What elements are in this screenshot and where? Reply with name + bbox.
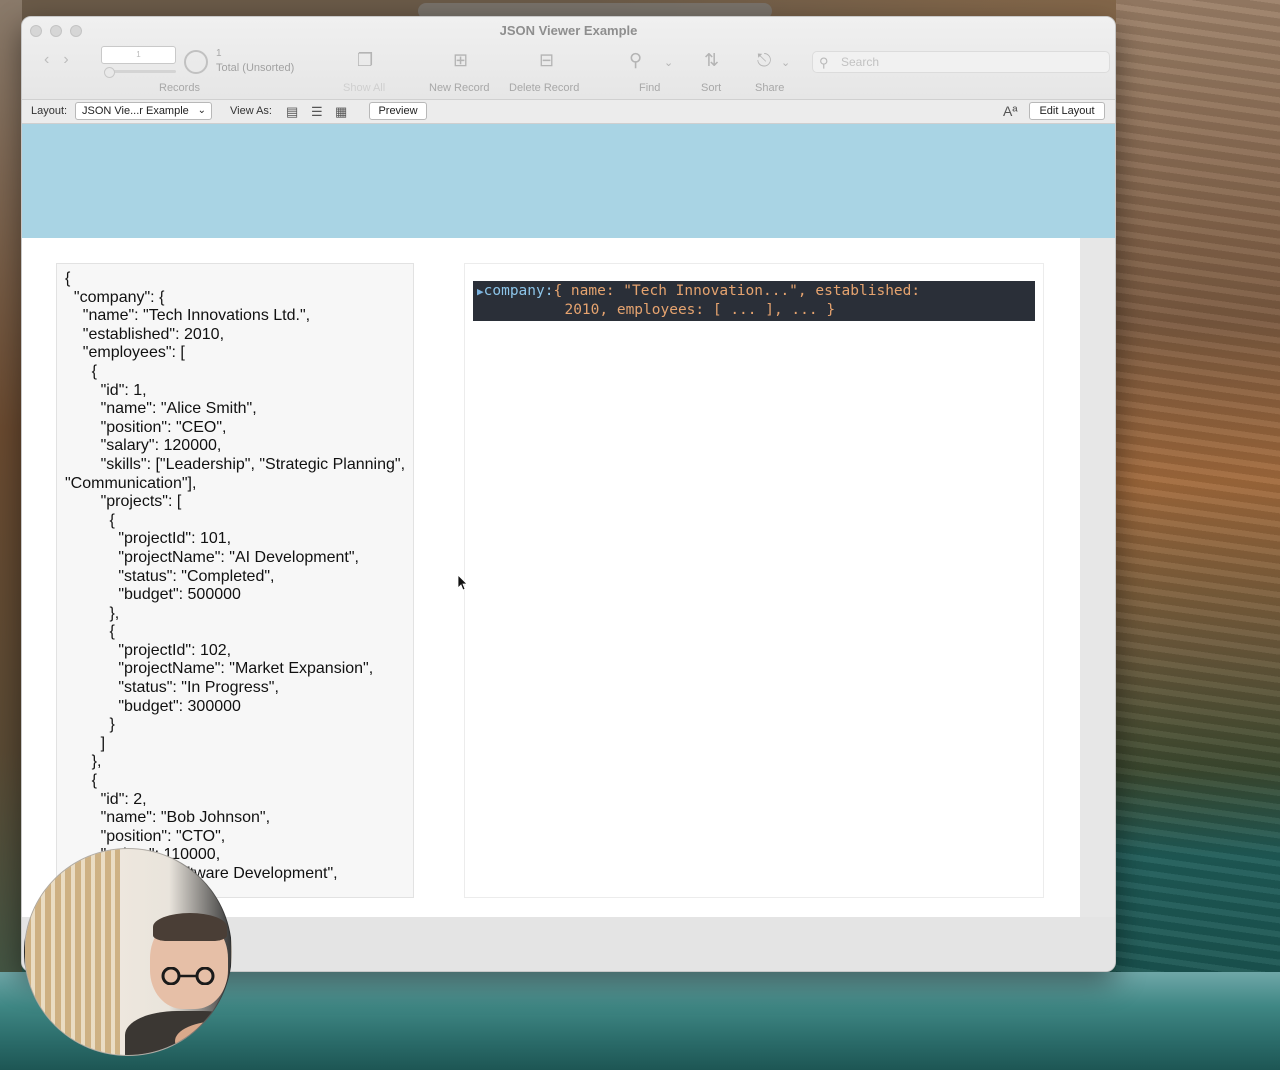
expand-arrow-icon[interactable]: ▶ (477, 285, 484, 298)
chevron-down-icon: ⌄ (197, 105, 206, 116)
share-icon[interactable]: ⎋ (757, 50, 771, 71)
desktop-wallpaper-left (0, 0, 22, 1070)
show-all-button[interactable]: Show All (343, 82, 385, 94)
previous-record-icon[interactable]: ‹ (44, 51, 49, 69)
list-view-icon[interactable]: ☰ (311, 104, 323, 120)
record-slider[interactable] (104, 67, 176, 78)
search-placeholder: Search (841, 55, 880, 69)
record-count: 1 (216, 48, 222, 59)
layout-gutter (1080, 238, 1115, 917)
webcam-person-hair (153, 913, 227, 941)
sort-icon[interactable]: ⇅ (704, 50, 719, 71)
new-record-button[interactable]: New Record (429, 82, 490, 94)
layout-select-value: JSON Vie...r Example (82, 105, 189, 117)
json-text-field[interactable]: { "company": { "name": "Tech Innovations… (56, 263, 414, 898)
window-title: JSON Viewer Example (499, 23, 638, 38)
record-total: Total (Unsorted) (216, 62, 295, 74)
table-view-icon[interactable]: ▦ (335, 104, 347, 120)
glasses-icon (161, 967, 215, 985)
json-tree-summary-line1: { name: "Tech Innovation...", establishe… (553, 283, 921, 299)
view-as-label: View As: (230, 105, 272, 117)
webcam-overlay (24, 848, 232, 1056)
form-view-icon[interactable]: ▤ (286, 104, 298, 120)
formatting-bar-icon[interactable]: Aª (1003, 103, 1018, 119)
share-button[interactable]: Share (755, 82, 784, 94)
delete-record-icon[interactable]: ⊟ (539, 50, 554, 71)
find-dropdown-icon[interactable]: ⌄ (664, 56, 673, 69)
show-all-icon[interactable]: ❐ (357, 50, 373, 71)
mouse-cursor-icon (458, 575, 468, 591)
json-tree-summary-line2: 2010, employees: [ ... ], ... } (547, 302, 836, 318)
webcam-background (25, 849, 120, 1055)
search-field[interactable]: ⚲ Search (812, 51, 1110, 73)
sort-button[interactable]: Sort (701, 82, 721, 94)
desktop-wallpaper-right (1116, 0, 1280, 1070)
json-tree[interactable]: ▶company:{ name: "Tech Innovation...", e… (473, 281, 1035, 321)
app-window: JSON Viewer Example ‹ › 1 1 Total (Unsor… (21, 16, 1116, 972)
next-record-icon[interactable]: › (63, 51, 68, 69)
search-icon: ⚲ (819, 55, 829, 70)
record-progress-icon (184, 50, 208, 74)
layout-header (22, 124, 1115, 238)
find-icon[interactable]: ⚲ (629, 50, 642, 71)
edit-layout-button[interactable]: Edit Layout (1029, 102, 1105, 120)
layout-bar: Layout: JSON Vie...r Example ⌄ View As: … (22, 100, 1115, 124)
share-dropdown-icon[interactable]: ⌄ (781, 56, 790, 69)
find-button[interactable]: Find (639, 82, 660, 94)
preview-button[interactable]: Preview (369, 102, 427, 120)
json-viewer: ▶company:{ name: "Tech Innovation...", e… (464, 263, 1044, 898)
titlebar: JSON Viewer Example ‹ › 1 1 Total (Unsor… (22, 17, 1115, 100)
new-record-icon[interactable]: ⊞ (453, 50, 468, 71)
layout-select[interactable]: JSON Vie...r Example ⌄ (75, 102, 212, 120)
records-label: Records (159, 82, 200, 94)
layout-label: Layout: (31, 105, 68, 117)
record-navigation: ‹ › (44, 51, 69, 69)
current-record-field[interactable]: 1 (101, 46, 176, 64)
json-tree-key: company: (483, 283, 554, 299)
delete-record-button[interactable]: Delete Record (509, 82, 579, 94)
